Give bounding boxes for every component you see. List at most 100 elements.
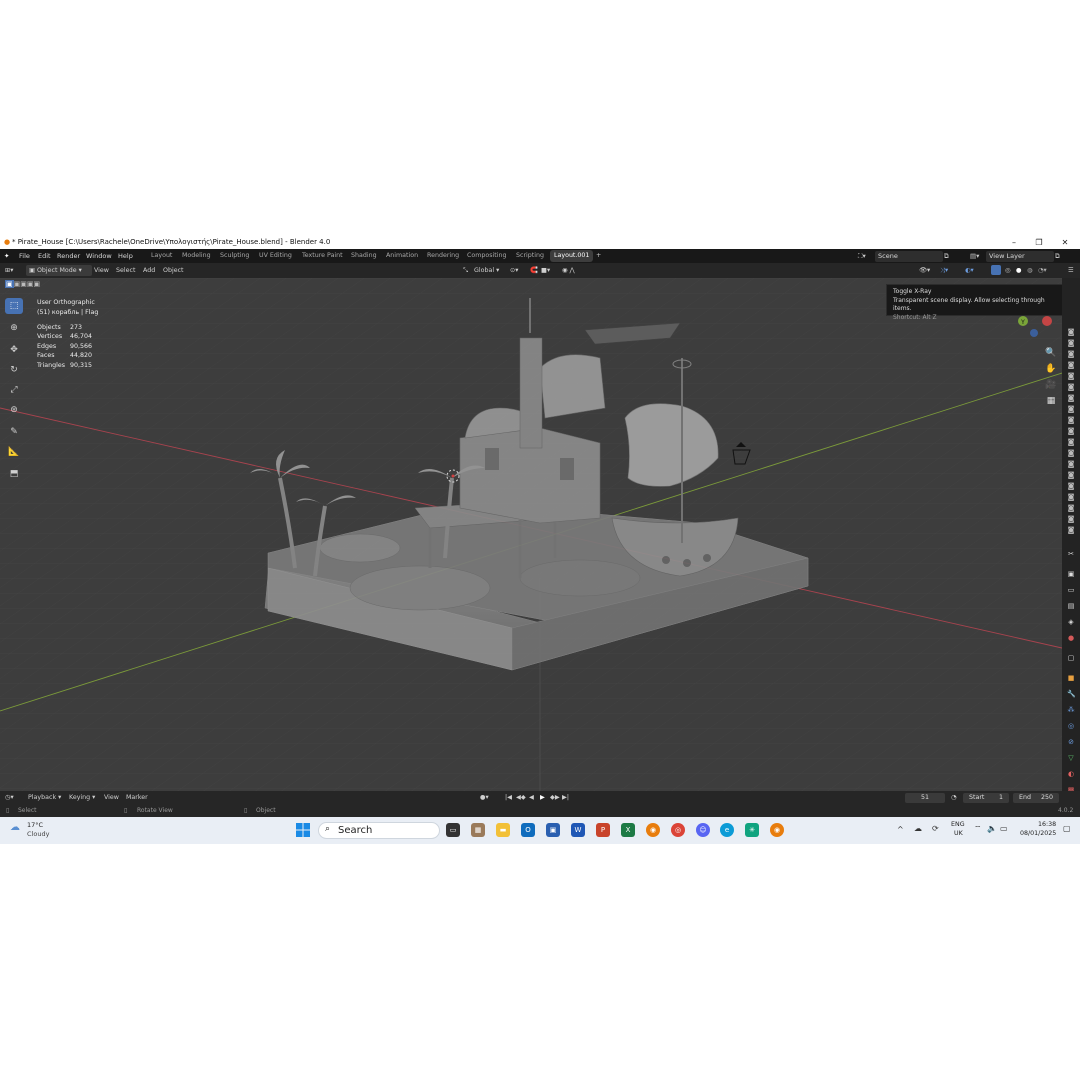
menu-render[interactable]: Render xyxy=(57,249,80,263)
timeline-menu-keying[interactable]: Keying ▾ xyxy=(69,791,95,805)
tab-compositing[interactable]: Compositing xyxy=(467,250,506,262)
play-icon[interactable]: ▶ xyxy=(540,791,545,805)
photos-app-icon[interactable]: ▦ xyxy=(471,823,485,837)
sidebar-toggle-icon[interactable]: ☰ xyxy=(1068,263,1074,278)
camera-visibility-icon[interactable]: ◙ xyxy=(1067,405,1075,413)
selection-mode-icons[interactable]: ▣▣▣▣▣ xyxy=(5,280,40,288)
tab-animation[interactable]: Animation xyxy=(386,250,418,262)
proportional-edit-icon[interactable]: ◉ ⋀ xyxy=(562,263,575,278)
constraints-properties-icon[interactable]: ⊘ xyxy=(1067,738,1075,746)
add-workspace-button[interactable]: + xyxy=(596,250,601,262)
add-cube-tool-icon[interactable]: ⬒ xyxy=(5,466,23,482)
data-properties-icon[interactable]: ▽ xyxy=(1067,754,1075,762)
camera-visibility-icon[interactable]: ◙ xyxy=(1067,383,1075,391)
battery-icon[interactable]: ▭ xyxy=(1000,824,1008,833)
measure-tool-icon[interactable]: 📐 xyxy=(5,444,23,460)
clock-time[interactable]: 16:38 xyxy=(1038,821,1056,828)
wifi-icon[interactable]: ⌔ xyxy=(974,824,982,834)
blender-menu-icon[interactable]: ✦ xyxy=(4,249,9,263)
output-properties-icon[interactable]: ▭ xyxy=(1067,586,1075,594)
record-button-icon[interactable]: ●▾ xyxy=(480,791,489,805)
scale-tool-icon[interactable]: ⤢ xyxy=(5,382,23,398)
select-set-icon[interactable]: ▣ xyxy=(5,280,14,288)
select-intersect-icon[interactable]: ▣ xyxy=(34,280,41,288)
tab-shading[interactable]: Shading xyxy=(351,250,377,262)
camera-visibility-icon[interactable]: ◙ xyxy=(1067,515,1075,523)
menu-window[interactable]: Window xyxy=(86,249,112,263)
menu-help[interactable]: Help xyxy=(118,249,133,263)
chrome-icon[interactable]: ◎ xyxy=(671,823,685,837)
shading-material-icon[interactable]: ◍ xyxy=(1027,263,1033,278)
tab-layout-001[interactable]: Layout.001 xyxy=(550,250,594,262)
excel-icon[interactable]: X xyxy=(621,823,635,837)
camera-visibility-icon[interactable]: ◙ xyxy=(1067,471,1075,479)
language-bottom[interactable]: UK xyxy=(954,830,963,837)
powerpoint-icon[interactable]: P xyxy=(596,823,610,837)
scene-properties-icon[interactable]: ◈ xyxy=(1067,618,1075,626)
annotate-tool-icon[interactable]: ✎ xyxy=(5,424,23,440)
close-button[interactable]: ✕ xyxy=(1053,236,1077,249)
snap-icon[interactable]: 🧲 xyxy=(530,263,538,278)
sync-icon[interactable]: ⟳ xyxy=(932,824,939,833)
viewport-menu-object[interactable]: Object xyxy=(163,263,184,278)
end-frame-field[interactable]: End 250 xyxy=(1013,793,1059,803)
editor-type-icon[interactable]: ⊞▾ xyxy=(5,263,13,278)
play-reverse-icon[interactable]: ◀ xyxy=(529,791,534,805)
tab-sculpting[interactable]: Sculpting xyxy=(220,250,249,262)
viewport-menu-add[interactable]: Add xyxy=(143,263,155,278)
current-frame-field[interactable]: 51 xyxy=(905,793,945,803)
3d-viewport[interactable]: Y ▣▣▣▣▣ ⬚ ⊕ ✥ ↻ ⤢ ⊛ ✎ 📐 ⬒ User Orthograp… xyxy=(0,278,1062,791)
discord-icon[interactable]: ☺ xyxy=(696,823,710,837)
blender-taskbar-icon[interactable]: ◉ xyxy=(646,823,660,837)
camera-visibility-icon[interactable]: ◙ xyxy=(1067,361,1075,369)
shading-solid-icon[interactable]: ● xyxy=(1016,263,1022,278)
volume-icon[interactable]: 🔈 xyxy=(987,824,997,833)
viewport-menu-select[interactable]: Select xyxy=(116,263,135,278)
timeline-editor-icon[interactable]: ◷▾ xyxy=(5,791,14,805)
camera-visibility-icon[interactable]: ◙ xyxy=(1067,339,1075,347)
camera-visibility-icon[interactable]: ◙ xyxy=(1067,482,1075,490)
camera-visibility-icon[interactable]: ◙ xyxy=(1067,526,1075,534)
pan-hand-icon[interactable]: ✋ xyxy=(1044,362,1058,376)
start-frame-field[interactable]: Start 1 xyxy=(963,793,1009,803)
camera-visibility-icon[interactable]: ◙ xyxy=(1067,493,1075,501)
transform-tool-icon[interactable]: ⊛ xyxy=(5,402,23,418)
menu-edit[interactable]: Edit xyxy=(38,249,51,263)
gizmo-toggle-icon[interactable]: ⤨▾ xyxy=(940,263,948,278)
rotate-tool-icon[interactable]: ↻ xyxy=(5,362,23,378)
menu-file[interactable]: File xyxy=(19,249,30,263)
minimize-button[interactable]: – xyxy=(1002,236,1026,249)
object-mode-dropdown[interactable]: ▣ Object Mode ▾ xyxy=(26,265,92,276)
camera-visibility-icon[interactable]: ◙ xyxy=(1067,504,1075,512)
new-view-layer-icon[interactable]: ⧉ xyxy=(1055,249,1060,263)
tab-uv-editing[interactable]: UV Editing xyxy=(259,250,292,262)
view-layer-icon[interactable]: ▤▾ xyxy=(970,249,979,263)
blender-active-icon[interactable]: ◉ xyxy=(770,823,784,837)
camera-visibility-icon[interactable]: ◙ xyxy=(1067,416,1075,424)
move-tool-icon[interactable]: ✥ xyxy=(5,342,23,358)
camera-visibility-icon[interactable]: ◙ xyxy=(1067,460,1075,468)
show-hidden-icons-chevron[interactable]: ^ xyxy=(897,825,904,834)
overlays-toggle-icon[interactable]: ◐▾ xyxy=(965,263,974,278)
zoom-icon[interactable]: 🔍 xyxy=(1044,346,1058,360)
word-icon[interactable]: W xyxy=(571,823,585,837)
viewport-menu-view[interactable]: View xyxy=(94,263,109,278)
world-properties-icon[interactable]: ● xyxy=(1067,634,1075,642)
physics-properties-icon[interactable]: ◎ xyxy=(1067,722,1075,730)
tab-layout[interactable]: Layout xyxy=(151,250,172,262)
shading-wireframe-icon[interactable]: ◎ xyxy=(1005,263,1011,278)
render-properties-icon[interactable]: ▣ xyxy=(1067,570,1075,578)
visibility-icon[interactable]: 👁▾ xyxy=(919,263,930,278)
weather-description[interactable]: Cloudy xyxy=(27,830,49,838)
scene-selector-icon[interactable]: ⛶▾ xyxy=(858,249,866,263)
view-layer-properties-icon[interactable]: ▤ xyxy=(1067,602,1075,610)
camera-visibility-icon[interactable]: ◙ xyxy=(1067,328,1075,336)
material-properties-icon[interactable]: ◐ xyxy=(1067,770,1075,778)
scene-name-field[interactable]: Scene xyxy=(875,251,943,262)
notifications-icon[interactable]: ▢ xyxy=(1063,824,1071,833)
view-layer-field[interactable]: View Layer xyxy=(986,251,1054,262)
camera-visibility-icon[interactable]: ◙ xyxy=(1067,394,1075,402)
object-properties-icon[interactable]: ■ xyxy=(1067,674,1075,682)
modifier-properties-icon[interactable]: 🔧 xyxy=(1067,690,1076,698)
camera-visibility-icon[interactable]: ◙ xyxy=(1067,372,1075,380)
